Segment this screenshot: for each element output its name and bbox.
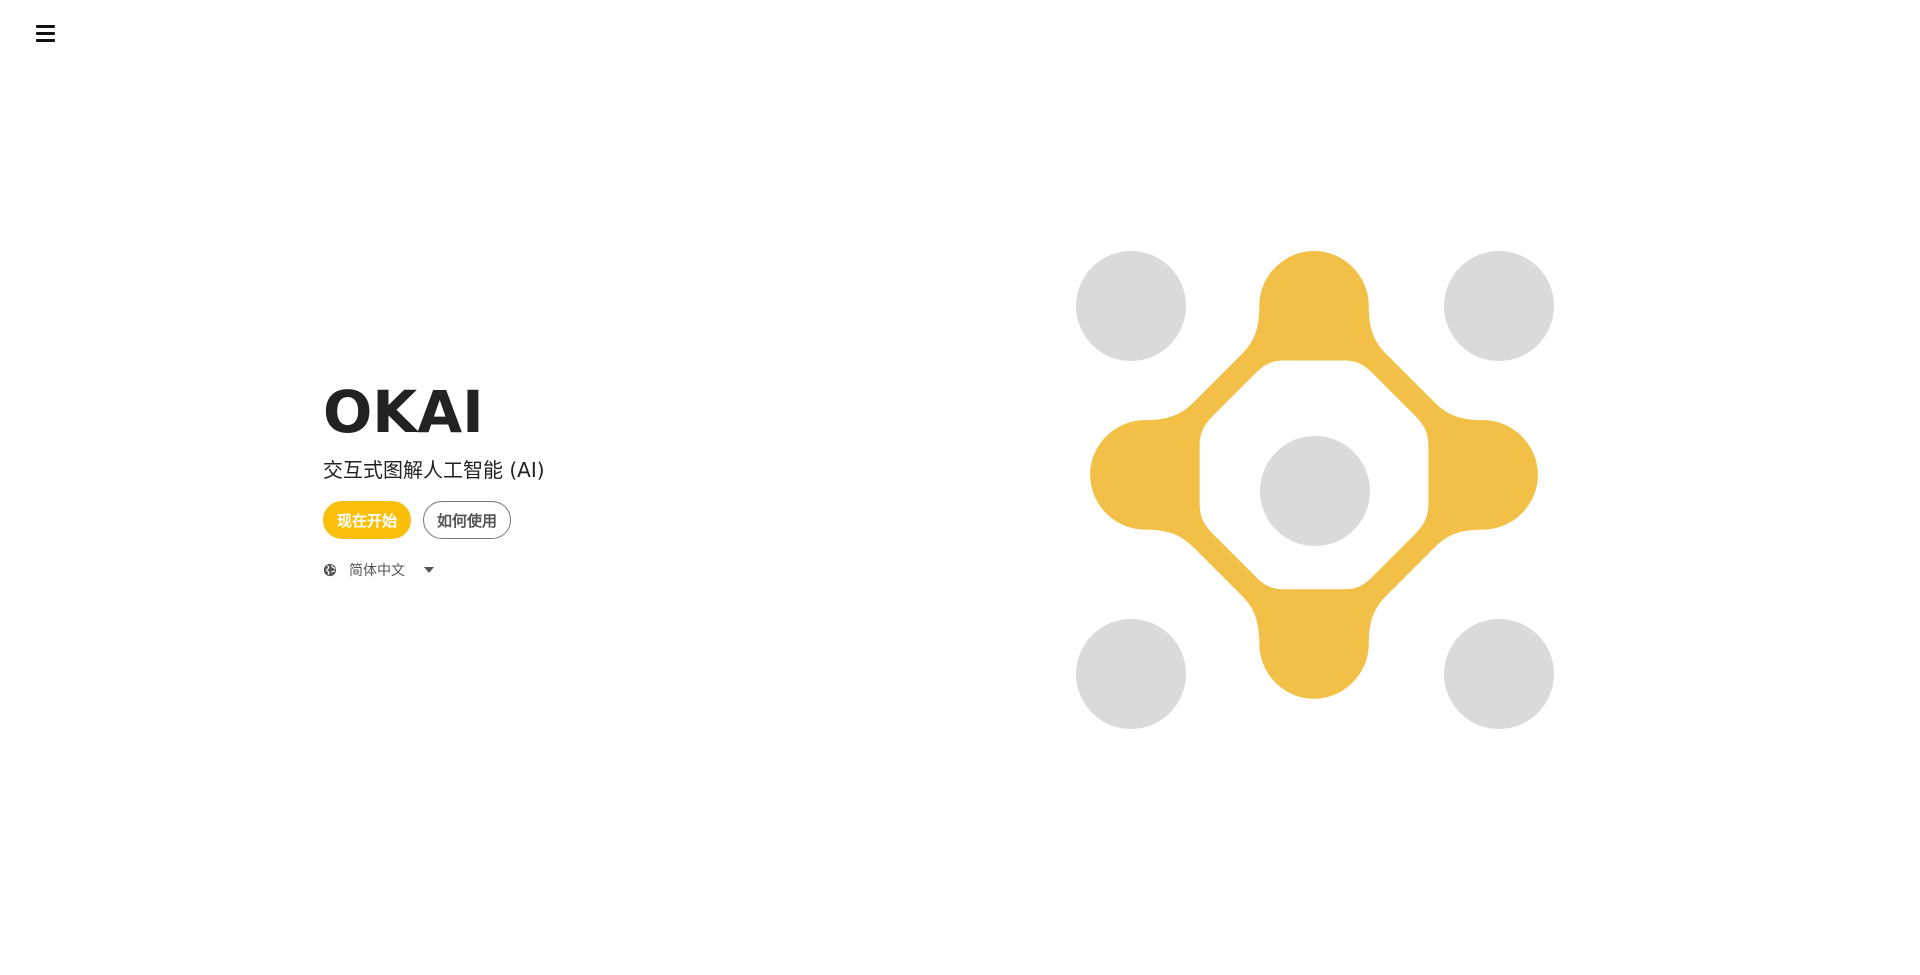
menu-line-middle bbox=[36, 31, 55, 35]
hero-actions: 现在开始 如何使用 bbox=[323, 501, 843, 539]
page-subtitle: 交互式图解人工智能 (AI) bbox=[323, 458, 545, 482]
language-label: 简体中文 bbox=[349, 563, 405, 579]
menu-line-bottom bbox=[36, 38, 55, 42]
start-now-button[interactable]: 现在开始 bbox=[323, 501, 412, 539]
logo-dot-top-right bbox=[1444, 251, 1554, 361]
language-selector[interactable]: 简体中文 bbox=[323, 559, 843, 581]
hamburger-menu-icon[interactable] bbox=[36, 22, 58, 44]
okai-landing-page: OKAI 交互式图解人工智能 (AI) 现在开始 如何使用 简体中文 bbox=[0, 0, 1920, 975]
okai-logo bbox=[1076, 251, 1554, 729]
how-to-use-button[interactable]: 如何使用 bbox=[423, 501, 512, 539]
caret-down-icon bbox=[424, 567, 434, 573]
logo-dot-center bbox=[1260, 436, 1370, 546]
logo-dot-bottom-left bbox=[1076, 619, 1186, 729]
menu-line-top bbox=[36, 24, 55, 28]
globe-icon bbox=[323, 563, 337, 577]
page-title: OKAI bbox=[323, 378, 484, 446]
hero-section: OKAI 交互式图解人工智能 (AI) 现在开始 如何使用 简体中文 bbox=[323, 383, 843, 581]
logo-dot-bottom-right bbox=[1444, 619, 1554, 729]
logo-dot-top-left bbox=[1076, 251, 1186, 361]
